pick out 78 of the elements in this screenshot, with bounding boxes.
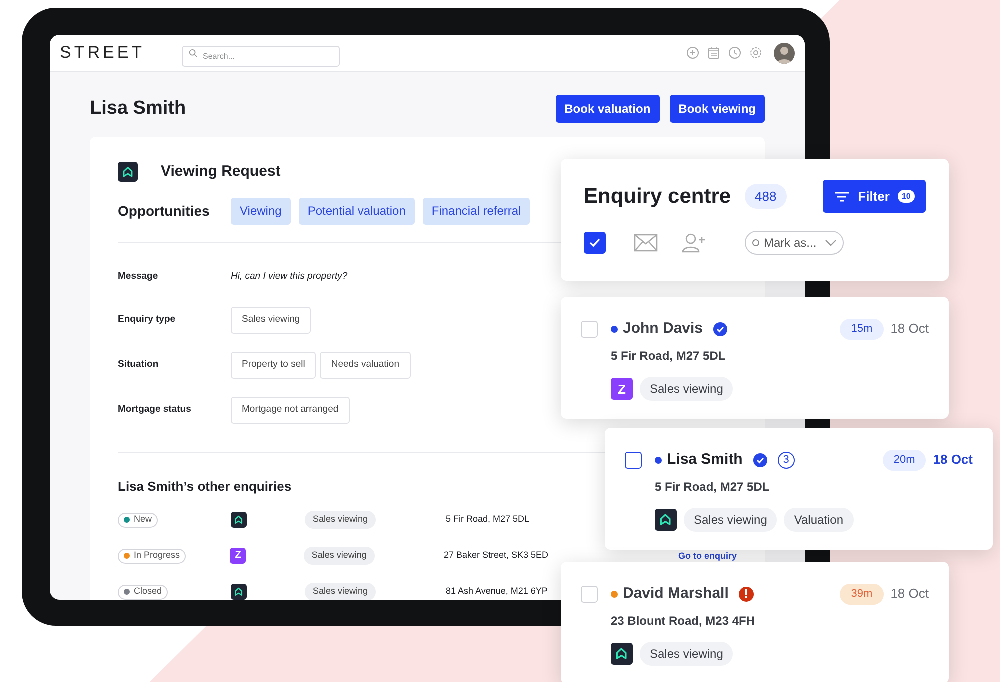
status-text: In Progress xyxy=(134,549,180,562)
opportunity-tag[interactable]: Financial referral xyxy=(422,198,530,224)
date-text: 18 Oct xyxy=(890,320,929,338)
type-tag: Sales viewing xyxy=(305,583,376,600)
enquiry-card[interactable]: Lisa Smith 3 20m 18 Oct 5 Fir Road, M27 5DL Sales viewing Valuation xyxy=(605,428,993,550)
tag: Valuation xyxy=(784,508,854,532)
value-chip: Needs valuation xyxy=(320,352,411,378)
house-logo-icon xyxy=(655,509,677,531)
address-text: 5 Fir Road, M27 5DL xyxy=(655,479,771,496)
field-label: Situation xyxy=(118,358,160,372)
mail-icon xyxy=(634,234,658,252)
type-tag: Sales viewing xyxy=(304,547,375,565)
date-text: 18 Oct xyxy=(933,451,973,470)
filter-count: 10 xyxy=(898,190,915,203)
avatar[interactable] xyxy=(774,42,795,64)
opportunity-tag[interactable]: Potential valuation xyxy=(298,198,415,224)
calendar-icon xyxy=(707,46,721,60)
value-chip: Property to sell xyxy=(231,352,316,378)
date-text: 18 Oct xyxy=(890,585,929,604)
logo: STREET xyxy=(60,42,146,64)
field-label: Enquiry type xyxy=(118,312,177,327)
filter-icon xyxy=(834,190,850,202)
type-tag: Sales viewing xyxy=(305,511,376,529)
opportunity-tag[interactable]: Viewing xyxy=(231,198,291,224)
circle-icon xyxy=(752,239,760,247)
address-text: 27 Baker Street, SK3 5ED xyxy=(444,549,549,562)
contact-name: John Davis xyxy=(623,318,704,339)
count-badge: 488 xyxy=(745,184,787,209)
enquiry-card[interactable]: John Davis 15m 18 Oct 5 Fir Road, M27 5DL Z Sales viewing xyxy=(561,297,949,419)
select-all-checkbox[interactable] xyxy=(584,232,606,254)
field-label: Mortgage status xyxy=(118,402,192,417)
section-title: Lisa Smith’s other enquiries xyxy=(118,478,292,496)
plus-circle-icon xyxy=(686,46,700,60)
house-logo-icon xyxy=(231,584,247,600)
value-chip: Sales viewing xyxy=(231,306,312,334)
row-checkbox[interactable] xyxy=(625,452,642,469)
clock-icon xyxy=(728,46,742,60)
go-to-enquiry-link[interactable]: Go to enquiry xyxy=(678,552,737,560)
value-chip: Mortgage not arranged xyxy=(231,396,350,424)
enquiry-card[interactable]: David Marshall 39m 18 Oct 23 Blount Road, M23 4FH Sales viewing xyxy=(561,562,949,682)
add-user-icon xyxy=(682,233,706,253)
portal-logo: Z xyxy=(230,548,246,564)
search-field[interactable]: Search... xyxy=(182,46,340,66)
address-text: 5 Fir Road, M27 5DL xyxy=(446,513,530,526)
field-label: Message xyxy=(118,270,160,284)
status-text: New xyxy=(134,513,152,526)
section-label: Opportunities xyxy=(118,202,211,221)
count-badge: 3 xyxy=(778,452,795,468)
check-icon xyxy=(589,238,601,248)
action-button[interactable]: Book viewing xyxy=(670,95,765,123)
action-button[interactable]: Book valuation xyxy=(556,95,660,123)
portal-logo: Z xyxy=(611,378,633,400)
house-logo-icon xyxy=(611,643,633,665)
search-icon xyxy=(189,48,198,58)
house-logo-icon xyxy=(118,162,138,182)
mark-as-dropdown[interactable]: Mark as... xyxy=(745,231,844,255)
time-badge: 39m xyxy=(840,584,884,604)
time-badge: 20m xyxy=(882,450,926,470)
field-value: Hi, can I view this property? xyxy=(231,270,348,284)
address-text: 23 Blount Road, M23 4FH xyxy=(611,613,756,630)
panel-title: Enquiry centre xyxy=(584,184,732,210)
contact-name: Lisa Smith xyxy=(667,450,743,470)
tag: Sales viewing xyxy=(684,508,778,532)
request-title: Viewing Request xyxy=(161,162,281,182)
status-text: Closed xyxy=(134,585,162,598)
tag: Sales viewing xyxy=(640,377,734,401)
address-text: 81 Ash Avenue, M21 6YP xyxy=(446,585,548,598)
chevron-down-icon xyxy=(825,239,837,247)
house-logo-icon xyxy=(231,512,247,528)
settings-icon xyxy=(749,46,763,60)
contact-name: David Marshall xyxy=(623,584,729,604)
page-title: Lisa Smith xyxy=(90,96,186,121)
dropdown-label: Mark as... xyxy=(764,235,818,252)
address-text: 5 Fir Road, M27 5DL xyxy=(611,348,727,365)
tag: Sales viewing xyxy=(640,642,734,666)
time-badge: 15m xyxy=(840,318,884,340)
filter-label: Filter xyxy=(858,188,890,206)
filter-button[interactable]: Filter 10 xyxy=(823,180,926,213)
